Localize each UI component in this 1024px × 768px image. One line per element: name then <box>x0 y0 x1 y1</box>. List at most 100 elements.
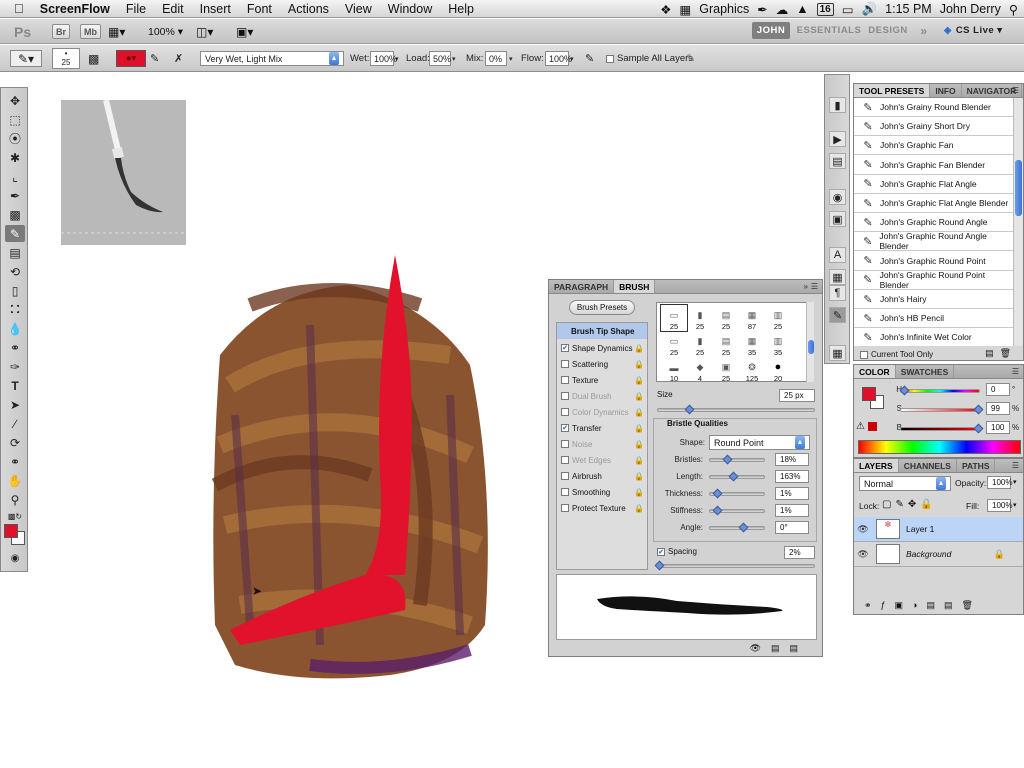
tab-info[interactable]: INFO <box>930 84 962 97</box>
eyedropper-tool-icon[interactable]: ✒ <box>5 187 25 204</box>
adjustments-panel-icon[interactable]: ▣ <box>829 211 846 227</box>
color-spectrum-bar[interactable] <box>858 440 1021 454</box>
menu-actions[interactable]: Actions <box>280 2 337 16</box>
slider-knob[interactable] <box>973 423 984 434</box>
brush-option-checkbox[interactable] <box>561 488 569 496</box>
menu-view[interactable]: View <box>337 2 380 16</box>
tool-preset-item[interactable]: ✎ John's Graphic Fan <box>854 136 1013 156</box>
slider-knob[interactable] <box>684 404 695 415</box>
cs-live-button[interactable]: ◈ CS Live ▾ <box>944 22 1014 39</box>
lock-icon[interactable]: 🔒 <box>634 424 644 433</box>
brush-option-item[interactable]: ✔ Shape Dynamics 🔒 <box>561 341 647 355</box>
bristle-param-input[interactable]: 1% <box>775 487 809 500</box>
volume-icon[interactable]: 🔊 <box>862 2 878 17</box>
menu-help[interactable]: Help <box>440 2 482 16</box>
pen-status-icon[interactable]: ✒ <box>757 2 767 17</box>
quick-select-tool-icon[interactable]: ✱ <box>5 149 25 166</box>
brush-option-item[interactable]: Dual Brush 🔒 <box>561 389 647 403</box>
mix-preset-select[interactable]: Very Wet, Light Mix ▲ <box>200 51 344 66</box>
brush-option-checkbox[interactable] <box>561 456 569 464</box>
lock-icon[interactable]: 🔒 <box>634 344 644 353</box>
status-icon[interactable]: ▦ <box>679 2 691 17</box>
opacity-input[interactable]: 100% <box>987 476 1012 489</box>
brush-tip-cell[interactable]: ● 20 <box>765 357 791 383</box>
bristle-param-slider[interactable] <box>709 488 765 499</box>
brush-option-item[interactable]: Airbrush 🔒 <box>561 469 647 483</box>
brush-option-checkbox[interactable] <box>561 504 569 512</box>
lock-icon[interactable]: 🔒 <box>634 376 644 385</box>
lock-icon[interactable]: 🔒 <box>634 504 644 513</box>
brush-tip-cell[interactable]: ▭ 25 <box>660 304 688 332</box>
type-tool-icon[interactable]: T <box>5 377 25 394</box>
crop-tool-icon[interactable]: ⌞ <box>5 168 25 185</box>
lock-options-icons[interactable]: ▢✎✥🔒 <box>882 499 937 510</box>
lock-icon[interactable]: 🔒 <box>634 360 644 369</box>
panel-menu-icon[interactable]: ☰ <box>811 282 818 291</box>
pen-tool-icon[interactable]: ✑ <box>5 358 25 375</box>
spotlight-icon[interactable]: ⚲ <box>1009 2 1018 17</box>
pressure-icon[interactable]: ✎ <box>686 50 695 67</box>
tool-preset-item[interactable]: ✎ John's Grainy Short Dry <box>854 117 1013 137</box>
spacing-toggle[interactable]: ✔ Spacing <box>657 547 697 556</box>
layer-name[interactable]: Layer 1 <box>906 524 934 534</box>
tool-preset-item[interactable]: ✎ John's Hairy <box>854 290 1013 309</box>
lock-icon[interactable]: 🔒 <box>634 440 644 449</box>
color-fg-swatch[interactable] <box>862 387 876 401</box>
brush-option-item[interactable]: Wet Edges 🔒 <box>561 453 647 467</box>
tool-preset-item[interactable]: ✎ John's Graphic Round Point Blender <box>854 270 1013 290</box>
history-brush-tool-icon[interactable]: ⟲ <box>5 263 25 280</box>
layer-row[interactable]: 👁 ✼ Layer 1 <box>854 517 1023 542</box>
visibility-eye-icon[interactable]: 👁 <box>854 524 872 535</box>
line-tool-icon[interactable]: ∕ <box>5 415 25 432</box>
brush-option-checkbox[interactable]: ✔ <box>561 344 569 352</box>
spacing-slider[interactable] <box>654 560 815 571</box>
menu-insert[interactable]: Insert <box>192 2 239 16</box>
layers-footer-icons[interactable]: ⚭ƒ▣◑▤▤🗑 <box>864 600 982 611</box>
lock-icon[interactable]: 🔒 <box>634 408 644 417</box>
tip-grid-scrollbar[interactable] <box>806 302 814 382</box>
3d-rotate-tool-icon[interactable]: ⟳ <box>5 434 25 451</box>
menu-edit[interactable]: Edit <box>154 2 192 16</box>
collapse-panel-icon[interactable]: » <box>804 282 808 291</box>
flow-input[interactable]: 100% <box>545 51 572 66</box>
brush-tip-shape-item[interactable]: Brush Tip Shape <box>557 323 647 339</box>
zoom-tool-icon[interactable]: ⚲ <box>5 491 25 508</box>
sample-all-checkbox[interactable] <box>606 54 614 63</box>
tool-preset-item[interactable]: ✎ John's HB Pencil <box>854 309 1013 329</box>
workspace-more[interactable]: » <box>916 22 932 39</box>
panel-menu-icon[interactable]: ☰ <box>1012 367 1019 376</box>
menu-font[interactable]: Font <box>239 2 280 16</box>
bristle-param-input[interactable]: 163% <box>775 470 809 483</box>
brush-option-item[interactable]: Protect Texture 🔒 <box>561 501 647 515</box>
spacing-input[interactable]: 2% <box>784 546 815 559</box>
foreground-color-swatch[interactable] <box>4 524 18 538</box>
tab-color[interactable]: COLOR <box>854 365 896 378</box>
tool-preset-item[interactable]: ✎ John's Graphic Round Angle Blender <box>854 231 1013 252</box>
clone-stamp-tool-icon[interactable]: ▤ <box>5 244 25 261</box>
airplay-icon[interactable]: ▭ <box>842 2 854 17</box>
dropbox-icon[interactable]: ❖ <box>660 2 671 17</box>
brush-tip-cell[interactable]: ▬ 10 <box>661 357 687 383</box>
tool-preset-item[interactable]: ✎ John's Graphic Round Angle <box>854 213 1013 233</box>
current-tool-only-checkbox[interactable] <box>860 350 868 359</box>
brush-option-checkbox[interactable] <box>561 392 569 400</box>
brush-option-item[interactable]: Noise 🔒 <box>561 437 647 451</box>
brush-tip-cell[interactable]: ▤ 25 <box>713 305 739 331</box>
screen-mode-icon[interactable]: ▣▾ <box>236 23 253 40</box>
move-tool-icon[interactable]: ✥ <box>5 92 25 109</box>
visibility-eye-icon[interactable]: 👁 <box>854 549 872 560</box>
brush-tip-cell[interactable]: ▮ 25 <box>687 305 713 331</box>
brightness-input[interactable]: 100 <box>986 421 1010 434</box>
saturation-slider[interactable] <box>900 404 984 415</box>
brush-option-checkbox[interactable] <box>561 360 569 368</box>
lasso-tool-icon[interactable]: ⦿ <box>5 130 25 147</box>
mix-input[interactable]: 0% <box>485 51 507 66</box>
current-color-swatch[interactable]: ●▾ <box>116 50 146 67</box>
tool-preset-item[interactable]: ✎ John's Graphic Flat Angle Blender <box>854 194 1013 213</box>
airbrush-icon[interactable]: ✎ <box>585 50 594 67</box>
panel-menu-icon[interactable]: ☰ <box>1012 461 1019 470</box>
brush-tip-cell[interactable]: ▥ 35 <box>765 331 791 357</box>
brush-tip-cell[interactable]: ▭ 25 <box>661 331 687 357</box>
mini-bridge-panel-icon[interactable]: ▦ <box>829 345 846 361</box>
path-select-tool-icon[interactable]: ➤ <box>5 396 25 413</box>
